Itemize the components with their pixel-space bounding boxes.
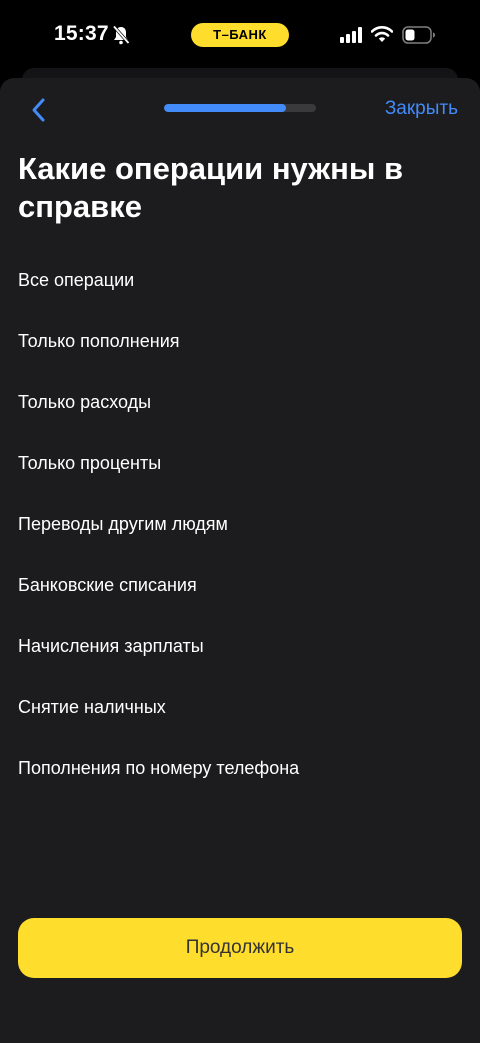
progress-bar [164,104,316,112]
page-title: Какие операции нужны в справке [18,151,404,224]
back-button[interactable] [26,96,54,124]
bell-slash-icon [112,25,130,45]
option-expenses-only[interactable]: Только расходы [0,372,480,433]
option-cash-withdrawals[interactable]: Снятие наличных [0,677,480,738]
status-time: 15:37 [54,22,109,45]
continue-button[interactable]: Продолжить [18,918,462,978]
option-transfers-to-people[interactable]: Переводы другим людям [0,494,480,555]
option-salary-credits[interactable]: Начисления зарплаты [0,616,480,677]
operations-list: Все операции Только пополнения Только ра… [0,250,480,799]
chevron-left-icon [32,98,45,122]
carrier-pill: Т–БАНК [191,23,289,47]
progress-fill [164,104,286,112]
option-phone-top-ups[interactable]: Пополнения по номеру телефона [0,738,480,799]
status-bar: 15:37 Т–БАНК [0,0,480,70]
bottom-sheet: Закрыть Какие операции нужны в справке В… [0,78,480,1043]
wifi-icon [371,26,393,42]
battery-icon [402,26,435,44]
option-bank-charges[interactable]: Банковские списания [0,555,480,616]
cellular-signal-icon [340,27,362,43]
option-all-operations[interactable]: Все операции [0,250,480,311]
option-deposits-only[interactable]: Только пополнения [0,311,480,372]
close-button[interactable]: Закрыть [385,98,458,120]
option-interest-only[interactable]: Только проценты [0,433,480,494]
